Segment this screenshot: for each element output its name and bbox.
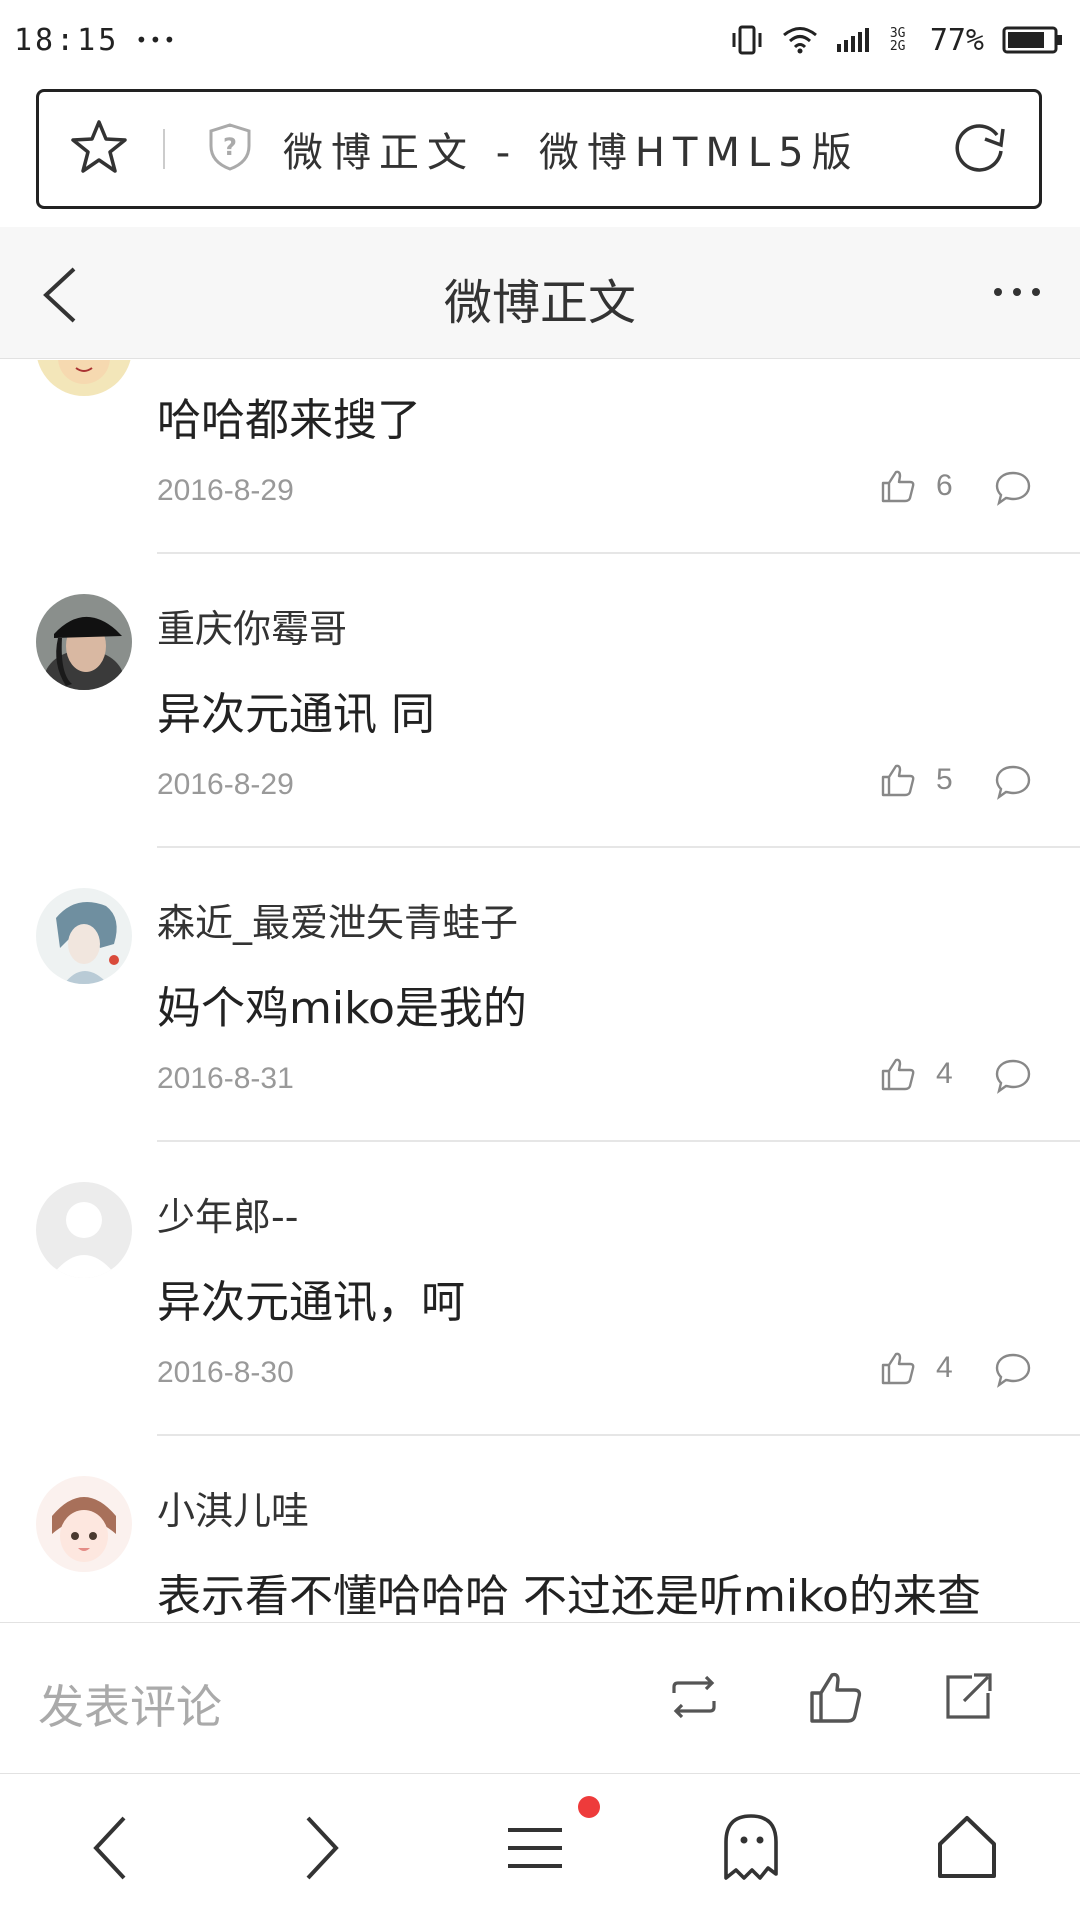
nav-back-icon[interactable]: [84, 1808, 134, 1892]
avatar[interactable]: [36, 360, 132, 396]
comment-date: 2016-8-29: [157, 768, 294, 801]
comment-input[interactable]: 发表评论: [38, 1671, 222, 1737]
thumbs-up-icon: [881, 1352, 915, 1385]
avatar[interactable]: [36, 888, 132, 984]
reply-icon[interactable]: [994, 1058, 1032, 1098]
battery-icon: [1002, 25, 1064, 55]
refresh-icon[interactable]: [949, 117, 1009, 181]
avatar[interactable]: [36, 1476, 132, 1572]
comment-list: 哈哈都来搜了 2016-8-29 6 重庆你霉哥 异次元通讯 同 2016-8-…: [0, 360, 1080, 1622]
page-header: 微博正文: [0, 227, 1080, 359]
comment-action-bar: 发表评论: [0, 1622, 1080, 1774]
share-icon[interactable]: [938, 1667, 998, 1731]
page-title: 微博正文: [443, 275, 636, 331]
like-count: 4: [936, 1057, 953, 1090]
network-type: 3G 2G: [889, 26, 906, 54]
address-divider: [163, 129, 165, 169]
thumbs-up-icon: [881, 764, 915, 797]
like-count: 4: [936, 1351, 953, 1384]
comment-text: 异次元通讯，呵: [157, 1277, 465, 1328]
comment-date: 2016-8-30: [157, 1356, 294, 1389]
like-button[interactable]: 4: [880, 1350, 953, 1386]
like-count: 6: [936, 469, 953, 502]
vibrate-icon: [730, 24, 764, 56]
status-time: 18:15: [14, 22, 120, 58]
ghost-icon[interactable]: [716, 1808, 786, 1892]
status-more-dots: •••: [135, 28, 178, 52]
comment-date: 2016-8-29: [157, 474, 294, 507]
comment-divider: [157, 1434, 1080, 1436]
avatar[interactable]: [36, 594, 132, 690]
nav-forward-icon[interactable]: [298, 1808, 348, 1892]
comment-username[interactable]: 森近_最爱泄矢青蛙子: [157, 892, 518, 947]
comment-divider: [157, 846, 1080, 848]
notification-dot: [578, 1796, 600, 1818]
like-button[interactable]: 5: [880, 762, 953, 798]
shield-icon: ?: [207, 122, 253, 176]
comment-username[interactable]: 小淇儿哇: [157, 1480, 309, 1535]
like-button[interactable]: 6: [880, 468, 953, 504]
wifi-icon: [782, 26, 818, 54]
reply-icon[interactable]: [994, 1352, 1032, 1392]
page-title-address: 微博正文 - 微博HTML5版: [283, 130, 860, 176]
like-post-icon[interactable]: [806, 1667, 866, 1731]
thumbs-up-icon: [881, 1058, 915, 1091]
comment-text: 异次元通讯 同: [157, 689, 435, 740]
like-button[interactable]: 4: [880, 1056, 953, 1092]
thumbs-up-icon: [881, 470, 915, 503]
battery-percent: 77%: [929, 22, 984, 58]
comment-text: 哈哈都来搜了: [157, 395, 421, 446]
like-count: 5: [936, 763, 953, 796]
comment-divider: [157, 552, 1080, 554]
browser-bottom-nav: [0, 1774, 1080, 1920]
repost-icon[interactable]: [664, 1667, 724, 1731]
comment-divider: [157, 1140, 1080, 1142]
status-bar: 18:15 ••• 3G 2G 77%: [0, 0, 1080, 80]
more-options-icon[interactable]: [992, 283, 1042, 302]
star-icon[interactable]: [69, 118, 129, 180]
reply-icon[interactable]: [994, 470, 1032, 510]
menu-icon[interactable]: [500, 1808, 570, 1892]
svg-text:?: ?: [223, 133, 237, 161]
reply-icon[interactable]: [994, 764, 1032, 804]
comment-text: 表示看不懂哈哈哈 不过还是听miko的来查: [157, 1571, 981, 1622]
signal-icon: [836, 26, 872, 54]
address-bar[interactable]: ? 微博正文 - 微博HTML5版: [36, 89, 1042, 209]
comment-username[interactable]: 重庆你霉哥: [157, 598, 347, 653]
avatar[interactable]: [36, 1182, 132, 1278]
comment-date: 2016-8-31: [157, 1062, 294, 1095]
home-icon[interactable]: [932, 1808, 1002, 1892]
comment-text: 妈个鸡miko是我的: [157, 983, 527, 1034]
comment-username[interactable]: 少年郎--: [157, 1186, 298, 1241]
